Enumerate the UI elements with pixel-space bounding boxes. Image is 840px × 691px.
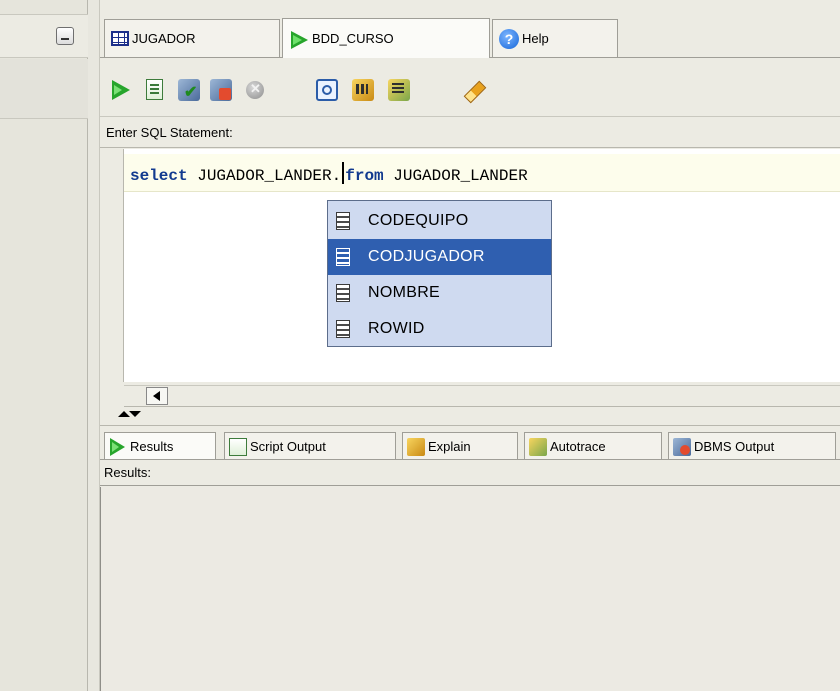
sql-keyword-select: select <box>130 167 188 185</box>
connections-toolbar <box>0 59 88 119</box>
dbms-output-icon <box>673 437 691 456</box>
sql-history-icon[interactable] <box>316 79 338 101</box>
tab-explain[interactable]: Explain <box>402 432 518 460</box>
editor-gutter <box>100 149 124 382</box>
sql-code-line[interactable]: select JUGADOR_LANDER. from JUGADOR_LANDE… <box>130 162 528 185</box>
autocomplete-item-label: ROWID <box>368 320 425 337</box>
collapse-down-arrow-icon[interactable] <box>129 411 141 417</box>
tab-jugador[interactable]: JUGADOR <box>104 19 280 57</box>
sql-label-bar: Enter SQL Statement: <box>100 118 840 148</box>
sql-text-after: JUGADOR_LANDER <box>383 167 528 185</box>
sql-text-before-caret: JUGADOR_LANDER. <box>187 167 342 185</box>
tab-script-output[interactable]: Script Output <box>224 432 396 460</box>
results-tabbar: Results Script Output Explain Autotrace … <box>100 425 840 460</box>
tab-label: Script Output <box>250 439 326 454</box>
tab-label: Explain <box>428 439 471 454</box>
panel-splitter[interactable] <box>88 0 100 691</box>
minimize-icon[interactable] <box>56 27 74 45</box>
tab-dbms-output[interactable]: DBMS Output <box>668 432 836 460</box>
run-script-icon[interactable] <box>146 79 163 100</box>
help-icon: ? <box>499 28 519 49</box>
sql-worksheet-play-icon <box>289 30 309 49</box>
autocomplete-item-label: CODJUGADOR <box>368 248 485 265</box>
worksheet-toolbar <box>100 59 840 117</box>
tab-label: Results <box>130 439 174 454</box>
text-caret <box>342 162 345 184</box>
explain-icon <box>407 437 425 456</box>
scroll-left-arrow-icon[interactable] <box>146 387 168 405</box>
autocomplete-item[interactable]: NOMBRE <box>328 275 551 311</box>
enter-sql-label: Enter SQL Statement: <box>106 125 233 140</box>
results-label-bar: Results: <box>100 459 840 486</box>
tab-label: Help <box>522 31 549 46</box>
tab-autotrace[interactable]: Autotrace <box>524 432 662 460</box>
script-output-icon <box>229 437 247 456</box>
tab-results[interactable]: Results <box>104 432 216 460</box>
editor-horizontal-scrollbar[interactable] <box>124 385 840 407</box>
autotrace-icon <box>529 437 547 456</box>
execute-statement-icon[interactable] <box>110 79 132 101</box>
split-arrows[interactable] <box>118 411 148 425</box>
column-icon <box>336 320 350 338</box>
autocomplete-item[interactable]: CODEQUIPO <box>328 203 551 239</box>
tab-label: DBMS Output <box>694 439 775 454</box>
autocomplete-item-label: CODEQUIPO <box>368 212 469 229</box>
cancel-icon[interactable] <box>246 81 264 99</box>
autotrace-icon[interactable] <box>388 79 410 101</box>
autocomplete-item-selected[interactable]: CODJUGADOR <box>328 239 551 275</box>
tab-label: JUGADOR <box>132 31 196 46</box>
tab-label: BDD_CURSO <box>312 31 394 46</box>
editor-tabbar: JUGADOR BDD_CURSO ? Help <box>100 14 840 58</box>
column-icon <box>336 212 350 230</box>
results-label: Results: <box>104 465 151 480</box>
tab-bdd-curso[interactable]: BDD_CURSO <box>282 18 490 58</box>
results-grid[interactable] <box>100 487 840 691</box>
column-icon <box>336 284 350 302</box>
clear-eraser-icon[interactable] <box>464 79 486 101</box>
column-icon <box>336 248 350 266</box>
rollback-icon[interactable] <box>210 79 232 101</box>
sql-keyword-from: from <box>345 167 384 185</box>
tab-label: Autotrace <box>550 439 606 454</box>
tab-help[interactable]: ? Help <box>492 19 618 57</box>
explain-plan-icon[interactable] <box>352 79 374 101</box>
commit-icon[interactable] <box>178 79 200 102</box>
results-play-icon <box>109 437 127 456</box>
table-grid-icon <box>111 31 129 46</box>
autocomplete-popup: CODEQUIPO CODJUGADOR NOMBRE ROWID <box>327 200 552 347</box>
autocomplete-item[interactable]: ROWID <box>328 311 551 347</box>
connections-panel-header <box>0 14 88 58</box>
autocomplete-item-label: NOMBRE <box>368 284 441 301</box>
